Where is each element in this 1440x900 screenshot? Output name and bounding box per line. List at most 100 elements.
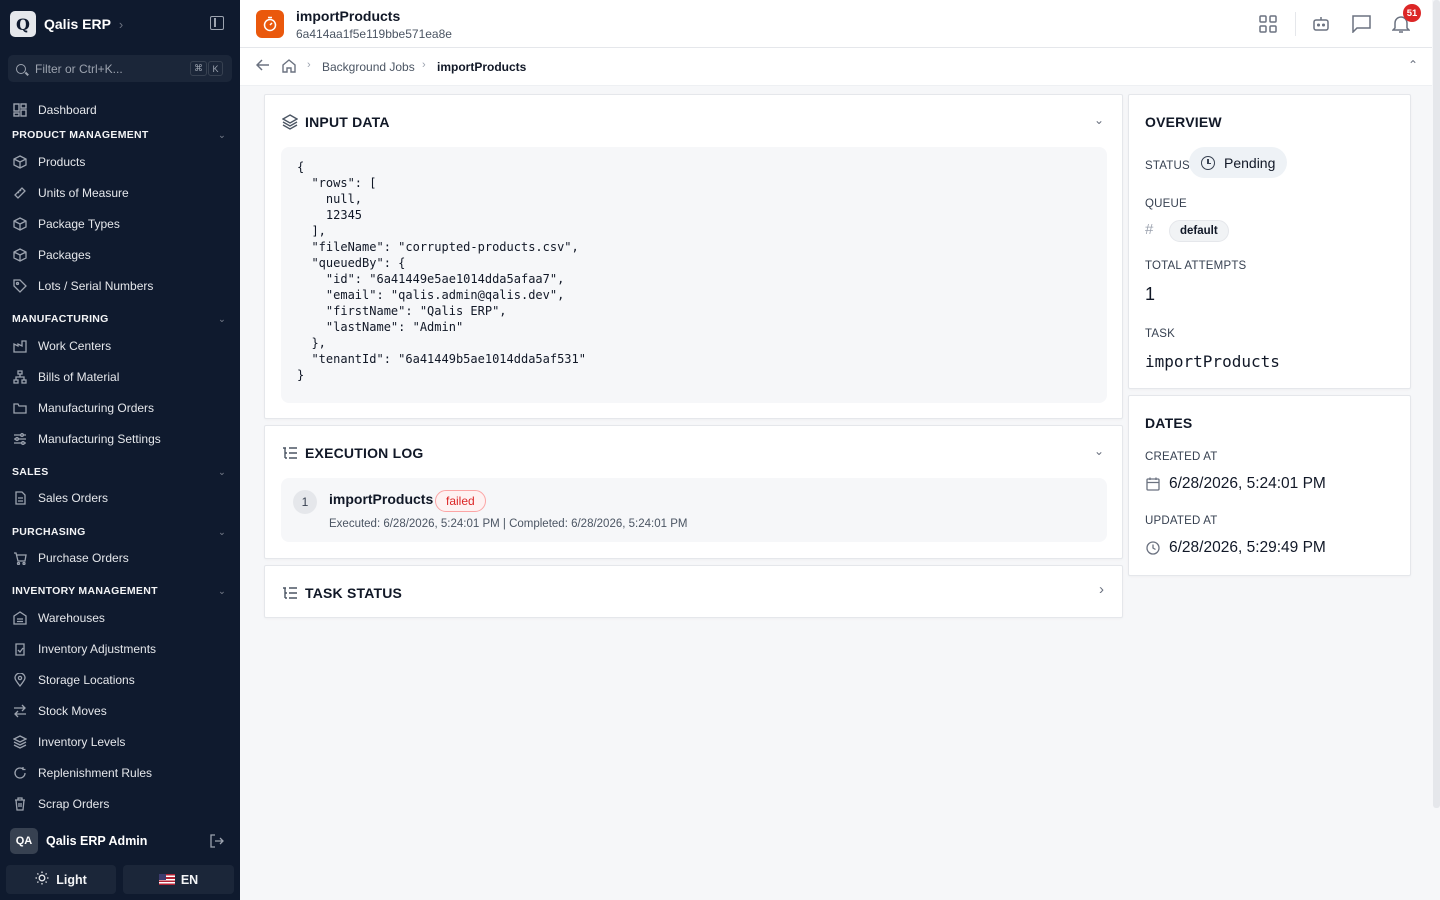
folder-icon — [12, 400, 28, 416]
sidebar-item-mfg-settings[interactable]: Manufacturing Settings — [12, 427, 228, 451]
filter-search[interactable]: ⌘ K — [8, 55, 232, 82]
brand[interactable]: Q Qalis ERP › — [10, 10, 123, 38]
user-profile[interactable]: QA Qalis ERP Admin — [10, 828, 230, 854]
queue-label: QUEUE — [1145, 198, 1187, 210]
sidebar-item-units[interactable]: Units of Measure — [12, 181, 228, 205]
language-button[interactable]: EN — [123, 865, 234, 894]
us-flag-icon — [158, 874, 175, 885]
sidebar-item-packages[interactable]: Packages — [12, 243, 228, 267]
sidebar: Q Qalis ERP › ⌘ K Dashboard PRODUCT MANA… — [0, 0, 240, 900]
ruler-icon — [12, 185, 28, 201]
status-label: STATUS — [1145, 160, 1190, 172]
chevron-right-icon[interactable]: › — [1099, 581, 1104, 598]
user-name: Qalis ERP Admin — [46, 834, 148, 848]
execution-log-card: EXECUTION LOG ⌄ 1 importProducts failed … — [264, 425, 1123, 559]
filter-input[interactable] — [35, 61, 185, 76]
section-product-management[interactable]: PRODUCT MANAGEMENT ⌄ — [12, 127, 228, 143]
notification-badge: 51 — [1403, 4, 1421, 22]
sidebar-item-dashboard[interactable]: Dashboard — [12, 98, 228, 122]
cart-icon — [12, 550, 28, 566]
top-bar: importProducts 6a414aa1f5e119bbe571ea8e … — [240, 0, 1432, 48]
job-id: 6a414aa1f5e119bbe571ea8e — [296, 27, 452, 41]
sidebar-item-label: Lots / Serial Numbers — [38, 279, 154, 293]
breadcrumb-background-jobs[interactable]: Background Jobs — [322, 60, 415, 74]
sidebar-item-work-centers[interactable]: Work Centers — [12, 334, 228, 358]
sun-icon — [35, 871, 49, 888]
sidebar-item-replenishment[interactable]: Replenishment Rules — [12, 761, 228, 785]
box-icon — [12, 154, 28, 170]
sidebar-item-label: Inventory Levels — [38, 735, 126, 749]
sidebar-item-inventory-levels[interactable]: Inventory Levels — [12, 730, 228, 754]
sidebar-item-label: Purchase Orders — [38, 551, 129, 565]
sidebar-item-scrap-orders[interactable]: Scrap Orders — [12, 792, 228, 816]
sidebar-item-stock-moves[interactable]: Stock Moves — [12, 699, 228, 723]
sliders-icon — [12, 431, 28, 447]
created-at: 6/28/2026, 5:24:01 PM — [1145, 475, 1326, 493]
updated-at: 6/28/2026, 5:29:49 PM — [1145, 539, 1326, 557]
chevron-down-icon: ⌄ — [218, 526, 226, 537]
attempts-label: TOTAL ATTEMPTS — [1145, 260, 1247, 272]
chevron-down-icon: ⌄ — [218, 313, 226, 324]
back-arrow-icon[interactable] — [255, 58, 270, 76]
sidebar-item-label: Dashboard — [38, 103, 97, 117]
document-icon — [12, 490, 28, 506]
scrollbar[interactable] — [1433, 0, 1440, 808]
section-inventory-management[interactable]: INVENTORY MANAGEMENT ⌄ — [12, 583, 228, 599]
tag-icon — [12, 278, 28, 294]
input-data-card: INPUT DATA ⌄ { "rows": [ null, 12345 ], … — [264, 94, 1123, 419]
sidebar-item-purchase-orders[interactable]: Purchase Orders — [12, 546, 228, 570]
sidebar-item-storage-locations[interactable]: Storage Locations — [12, 668, 228, 692]
task-status-card[interactable]: TASK STATUS › — [264, 565, 1123, 618]
overview-card: OVERVIEW STATUS Pending QUEUE # default … — [1128, 94, 1411, 389]
message-icon[interactable] — [1349, 12, 1373, 36]
queue-badge: default — [1169, 220, 1229, 242]
sidebar-item-sales-orders[interactable]: Sales Orders — [12, 486, 228, 510]
section-label: INVENTORY MANAGEMENT — [12, 585, 158, 597]
calendar-icon — [1145, 476, 1161, 492]
section-purchasing[interactable]: PURCHASING ⌄ — [12, 524, 228, 540]
sidebar-collapse-icon[interactable] — [210, 16, 224, 30]
section-manufacturing[interactable]: MANUFACTURING ⌄ — [12, 311, 228, 327]
search-icon — [16, 63, 26, 74]
sidebar-item-products[interactable]: Products — [12, 150, 228, 174]
clock-icon — [1145, 540, 1161, 556]
timer-icon — [256, 10, 284, 38]
section-label: PURCHASING — [12, 526, 86, 538]
layers-icon — [281, 113, 299, 131]
sidebar-item-boms[interactable]: Bills of Material — [12, 365, 228, 389]
chevron-down-icon[interactable]: ⌄ — [1094, 113, 1104, 127]
page-title: importProducts — [296, 8, 401, 24]
theme-toggle-button[interactable]: Light — [6, 865, 116, 894]
log-entry: 1 importProducts failed Executed: 6/28/2… — [281, 478, 1107, 542]
logout-icon[interactable] — [210, 834, 224, 851]
language-label: EN — [180, 872, 199, 887]
sidebar-item-label: Storage Locations — [38, 673, 135, 687]
sidebar-item-label: Units of Measure — [38, 186, 129, 200]
sidebar-item-label: Packages — [38, 248, 91, 262]
log-index: 1 — [293, 490, 317, 514]
trash-icon — [12, 796, 28, 812]
sidebar-item-lots[interactable]: Lots / Serial Numbers — [12, 274, 228, 298]
sidebar-item-warehouses[interactable]: Warehouses — [12, 606, 228, 630]
apps-grid-icon[interactable] — [1256, 12, 1280, 36]
sidebar-item-mfg-orders[interactable]: Manufacturing Orders — [12, 396, 228, 420]
section-sales[interactable]: SALES ⌄ — [12, 464, 228, 480]
card-title: INPUT DATA — [305, 114, 390, 130]
sidebar-item-inventory-adjustments[interactable]: Inventory Adjustments — [12, 637, 228, 661]
task-label: TASK — [1145, 328, 1175, 340]
chevron-up-icon[interactable]: ⌃ — [1408, 58, 1418, 72]
refresh-icon — [12, 765, 28, 781]
home-icon[interactable] — [282, 59, 296, 76]
box-icon — [12, 216, 28, 232]
hash-icon: # — [1145, 221, 1154, 238]
layers-icon — [12, 734, 28, 750]
card-title: DATES — [1145, 415, 1193, 431]
card-title: OVERVIEW — [1145, 114, 1222, 130]
bot-icon[interactable] — [1309, 12, 1333, 36]
sidebar-item-package-types[interactable]: Package Types — [12, 212, 228, 236]
section-label: SALES — [12, 466, 49, 478]
warehouse-icon — [12, 610, 28, 626]
chevron-down-icon[interactable]: ⌄ — [1094, 444, 1104, 458]
sidebar-item-label: Manufacturing Orders — [38, 401, 155, 415]
sidebar-item-label: Stock Moves — [38, 704, 107, 718]
